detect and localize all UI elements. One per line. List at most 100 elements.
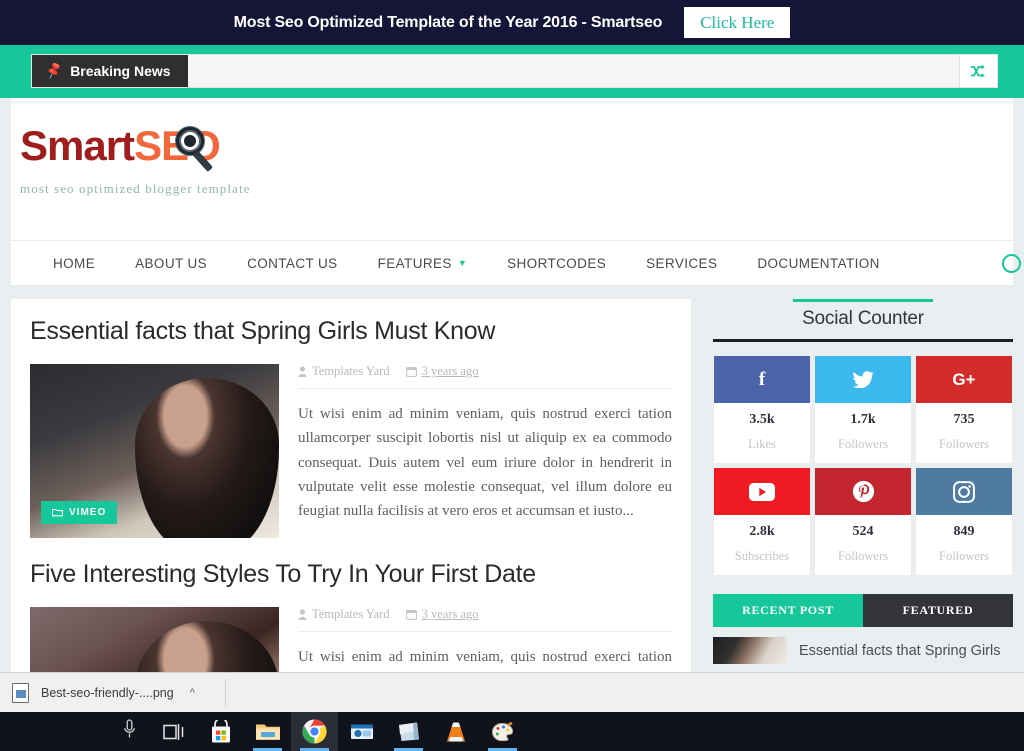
- list-item[interactable]: Essential facts that Spring Girls: [713, 627, 1013, 664]
- outlook-icon[interactable]: [338, 712, 385, 751]
- pinterest-icon: [815, 468, 911, 515]
- nav-label: CONTACT US: [247, 255, 338, 271]
- breaking-news-label: Breaking News: [70, 63, 171, 79]
- logo-text-smart: Smart: [20, 122, 135, 169]
- widget-divider: [713, 339, 1013, 342]
- search-icon[interactable]: [1002, 254, 1021, 273]
- tab-recent-post[interactable]: RECENT POST: [713, 594, 863, 627]
- social-cell-pinterest[interactable]: 524 Followers: [814, 467, 912, 576]
- post-format-badge[interactable]: VIMEO: [41, 501, 118, 524]
- microsoft-store-icon[interactable]: [197, 712, 244, 751]
- post-divider: [11, 538, 691, 560]
- social-count: 524: [852, 524, 874, 539]
- vlc-media-player-icon[interactable]: [432, 712, 479, 751]
- social-label: Followers: [838, 549, 888, 563]
- onenote-icon[interactable]: [385, 712, 432, 751]
- social-counter-grid: f 3.5k Likes 1.7k Followers G+ 735 Follo…: [713, 355, 1013, 576]
- nav-list: HOME ABOUT US CONTACT US FEATURES ▼ SHORT…: [11, 256, 900, 271]
- social-count: 2.8k: [749, 524, 775, 539]
- magnifying-glass-icon: [166, 119, 224, 177]
- social-count: 1.7k: [850, 412, 876, 427]
- user-icon: [298, 366, 307, 377]
- windows-taskbar: [0, 712, 1024, 751]
- download-bar: Best-seo-friendly-....png ^: [0, 672, 1024, 712]
- nav-item-home[interactable]: HOME: [33, 256, 115, 271]
- nav-label: DOCUMENTATION: [757, 255, 880, 271]
- file-explorer-icon[interactable]: [244, 712, 291, 751]
- sidebar: Social Counter f 3.5k Likes 1.7k Followe…: [713, 299, 1013, 704]
- post-title[interactable]: Five Interesting Styles To Try In Your F…: [30, 560, 672, 589]
- post-thumbnail[interactable]: VIMEO: [30, 364, 279, 538]
- microphone-icon[interactable]: [123, 719, 136, 744]
- nav-item-shortcodes[interactable]: SHORTCODES: [487, 256, 626, 271]
- nav-item-documentation[interactable]: DOCUMENTATION: [737, 256, 899, 271]
- social-cell-googleplus[interactable]: G+ 735 Followers: [915, 355, 1013, 464]
- site-logo[interactable]: SmartSEO most seo optimized blogger temp…: [20, 125, 251, 197]
- recent-post-title[interactable]: Essential facts that Spring Girls: [799, 643, 1000, 659]
- main-navigation: HOME ABOUT US CONTACT US FEATURES ▼ SHORT…: [11, 240, 1021, 286]
- pin-icon: 📌: [43, 60, 65, 81]
- social-count: 849: [953, 524, 975, 539]
- instagram-icon: [916, 468, 1012, 515]
- social-cell-instagram[interactable]: 849 Followers: [915, 467, 1013, 576]
- nav-item-about-us[interactable]: ABOUT US: [115, 256, 227, 271]
- google-plus-icon: G+: [916, 356, 1012, 403]
- chevron-up-icon[interactable]: ^: [186, 687, 199, 699]
- post-date: 3 years ago: [405, 364, 479, 379]
- logo-wordmark: SmartSEO: [20, 122, 251, 172]
- facebook-icon: f: [714, 356, 810, 403]
- social-cell-twitter[interactable]: 1.7k Followers: [814, 355, 912, 464]
- user-icon: [298, 609, 307, 620]
- social-label: Subscribes: [734, 549, 790, 563]
- social-cell-youtube[interactable]: 2.8k Subscribes: [713, 467, 811, 576]
- paint-icon[interactable]: [479, 712, 526, 751]
- site-header: SmartSEO most seo optimized blogger temp…: [11, 98, 1013, 240]
- video-folder-icon: [52, 508, 63, 517]
- google-chrome-icon[interactable]: [291, 712, 338, 751]
- page-body: Essential facts that Spring Girls Must K…: [11, 299, 1013, 704]
- tab-featured[interactable]: FEATURED: [863, 594, 1013, 627]
- post-meta: Templates Yard 3 years ago: [298, 607, 672, 632]
- post-main: Templates Yard 3 years ago Ut wisi enim …: [298, 364, 672, 538]
- nav-label: FEATURES: [377, 255, 452, 271]
- youtube-icon: [714, 468, 810, 515]
- nav-item-contact-us[interactable]: CONTACT US: [227, 256, 358, 271]
- promo-bar: Most Seo Optimized Template of the Year …: [0, 0, 1024, 45]
- twitter-icon: [815, 356, 911, 403]
- post-date: 3 years ago: [405, 607, 479, 622]
- nav-label: ABOUT US: [135, 255, 208, 271]
- post-body: VIMEO Templates Yard 3 years ago Ut wisi…: [30, 364, 672, 538]
- taskbar-icons: [150, 712, 526, 751]
- download-item[interactable]: Best-seo-friendly-....png ^: [12, 682, 215, 703]
- calendar-icon: [405, 367, 417, 377]
- post-author: Templates Yard: [298, 607, 390, 622]
- shuffle-icon[interactable]: [959, 55, 997, 87]
- thumbnail-figure: [134, 377, 279, 538]
- click-here-button[interactable]: Click Here: [684, 7, 791, 38]
- social-count: 735: [953, 412, 975, 427]
- social-counter-widget-header: Social Counter: [713, 299, 1013, 339]
- social-count: 3.5k: [749, 412, 775, 427]
- breaking-news-ticker: [187, 55, 959, 87]
- post-date-link[interactable]: 3 years ago: [422, 364, 479, 379]
- post-date-link[interactable]: 3 years ago: [422, 607, 479, 622]
- download-divider: [224, 678, 226, 707]
- promo-text: Most Seo Optimized Template of the Year …: [233, 13, 663, 31]
- task-view-icon[interactable]: [150, 712, 197, 751]
- breaking-news-inner: 📌 Breaking News: [31, 54, 998, 88]
- social-label: Followers: [838, 437, 888, 451]
- social-label: Followers: [939, 437, 989, 451]
- post-author-name: Templates Yard: [312, 607, 390, 621]
- image-file-icon: [12, 682, 29, 703]
- post-title[interactable]: Essential facts that Spring Girls Must K…: [30, 317, 672, 346]
- post-author-name: Templates Yard: [312, 364, 390, 378]
- post-author: Templates Yard: [298, 364, 390, 379]
- taskbar-left: [0, 719, 150, 744]
- icon-glyph: f: [758, 368, 766, 390]
- nav-item-services[interactable]: SERVICES: [626, 256, 737, 271]
- calendar-icon: [405, 610, 417, 620]
- social-cell-facebook[interactable]: f 3.5k Likes: [713, 355, 811, 464]
- icon-glyph: G+: [952, 369, 976, 389]
- nav-item-features[interactable]: FEATURES ▼: [358, 256, 488, 271]
- post-meta: Templates Yard 3 years ago: [298, 364, 672, 389]
